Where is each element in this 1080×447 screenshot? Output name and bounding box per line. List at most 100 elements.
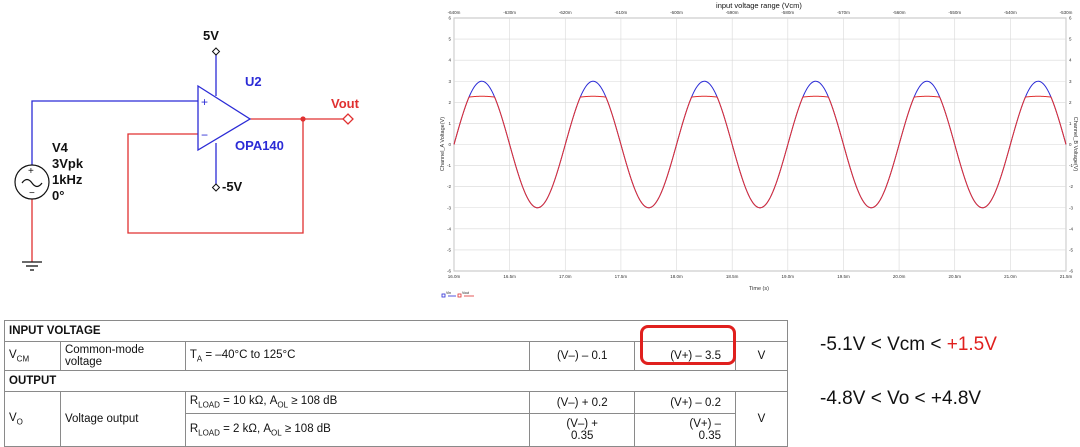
vcm-parameter: Common-mode voltage [59,341,186,371]
x-tick-label: 20.5m [948,274,961,279]
opamp-minus-sign: − [201,128,208,142]
top-tick-label: -610m [615,10,628,15]
vo-max-2: (V+) –0.35 [634,413,737,447]
y-right-tick-label: 4 [1069,58,1072,63]
top-tick-label: -580m [781,10,794,15]
vcm-cond-t: T [189,348,197,361]
y-tick-label: -3 [447,205,451,210]
schematic: + − 5V -5V U2 OPA140 Vout + − V4 3Vpk 1k… [14,28,360,271]
top-tick-label: -550m [948,10,961,15]
x-tick-label: 18.5m [726,274,739,279]
legend-vin-swatch [441,293,446,298]
vo-c1-rsub: LOAD [198,400,220,410]
source-minus-sign: − [29,188,35,199]
y-tick-label: 3 [448,79,451,84]
top-tick-label: -630m [503,10,516,15]
vo-c2-mid: = 2 kΩ, A [219,422,272,435]
y-right-tick-label: -4 [1069,226,1073,231]
source-amplitude-label: 3Vpk [52,156,84,171]
y-right-tick-label: 3 [1069,79,1072,84]
vo-c1-mid: = 10 kΩ, A [219,395,278,408]
vcm-condition: TA = –40°C to 125°C [184,341,531,371]
y-tick-label: 2 [448,100,451,105]
output-label: Vout [331,96,360,111]
y-tick-label: -2 [447,184,451,189]
y-right-tick-label: -3 [1069,205,1073,210]
vcm-cond-rest: = –40°C to 125°C [202,348,296,361]
vcm-range-text: -5.1V < Vcm < [820,334,947,355]
y-right-tick-label: 5 [1069,37,1072,42]
vo-symbol: VO [4,391,61,447]
vcm-min: (V–) – 0.1 [529,341,636,371]
vcm-range-annotation: -5.1V < Vcm < +1.5V [820,334,997,356]
source-frequency-label: 1kHz [52,172,83,187]
plot-ylabel-left: Channel_A Voltage(V) [440,117,446,171]
pos-supply-terminal [211,47,221,56]
x-tick-label: 19.0m [782,274,795,279]
opamp-part-label: OPA140 [235,138,284,153]
legend-vin-label: Vin [446,291,451,295]
legend-vout-label: Vout [462,291,469,295]
legend-vout-swatch [457,293,462,298]
y-right-tick-label: 0 [1069,142,1072,147]
neg-supply-label: -5V [222,179,243,194]
x-tick-label: 21.5m [1060,274,1073,279]
vcm-symbol: VCM [4,341,61,371]
pos-supply-label: 5V [203,28,219,43]
vcm-symbol-sub: CM [16,354,30,364]
vo-parameter: Voltage output [59,391,186,447]
vo-min-2: (V–) +0.35 [529,413,636,447]
x-tick-label: 20.0m [893,274,906,279]
top-tick-label: -590m [726,10,739,15]
opamp-plus-sign: + [201,95,208,109]
vo-unit: V [735,391,788,447]
opamp-ref-label: U2 [245,74,262,89]
y-tick-label: -5 [447,247,451,252]
x-tick-label: 19.5m [837,274,850,279]
y-tick-label: 1 [448,121,451,126]
y-tick-label: 4 [448,58,451,63]
source-plus-sign: + [28,166,34,177]
vo-condition-2: RLOAD = 2 kΩ, AOL ≥ 108 dB [184,413,531,447]
y-tick-label: -1 [447,163,451,168]
output-terminal[interactable] [342,113,354,125]
top-tick-label: -640m [448,10,461,15]
top-tick-label: -530m [1060,10,1073,15]
x-tick-label: 17.5m [615,274,628,279]
x-tick-label: 21.0m [1004,274,1017,279]
vo-symbol-base: V [9,411,17,424]
y-tick-label: 6 [448,16,451,21]
y-tick-label: -6 [447,269,451,274]
vo-c1-post: ≥ 108 dB [288,395,338,408]
section-output: OUTPUT [4,370,788,392]
vo-range-annotation: -4.8V < Vo < +4.8V [820,388,982,409]
vo-max-1: (V+) – 0.2 [634,391,737,414]
top-tick-label: -560m [893,10,906,15]
output-junction [300,116,306,122]
x-tick-label: 18.0m [670,274,683,279]
plot-legend: Vin Vout [441,291,474,298]
top-tick-label: -540m [1004,10,1017,15]
y-right-tick-label: 1 [1069,121,1072,126]
table-row: VO Voltage output RLOAD = 10 kΩ, AOL ≥ 1… [4,391,788,447]
y-right-tick-label: -5 [1069,247,1073,252]
y-right-tick-label: 6 [1069,16,1072,21]
vcm-symbol-base: V [9,348,17,361]
y-right-tick-label: -6 [1069,269,1073,274]
vo-min-2-line2: 0.35 [571,430,594,442]
x-tick-label: 17.0m [559,274,572,279]
vo-condition-1: RLOAD = 10 kΩ, AOL ≥ 108 dB [184,391,531,414]
top-tick-label: -570m [837,10,850,15]
vo-c1-r: R [189,395,199,408]
plot-xlabel: Time (s) [749,286,769,292]
vo-c2-r: R [189,422,199,435]
y-tick-label: 0 [448,142,451,147]
y-right-tick-label: 2 [1069,100,1072,105]
vcm-max-highlight-box [640,325,736,365]
vo-max-2-line2: 0.35 [698,430,722,442]
y-tick-label: 5 [448,37,451,42]
x-tick-label: 16.5m [503,274,516,279]
plot-title: input voltage range (Vcm) [716,1,802,10]
vo-c1-asub: OL [277,400,289,410]
y-right-tick-label: -2 [1069,184,1073,189]
